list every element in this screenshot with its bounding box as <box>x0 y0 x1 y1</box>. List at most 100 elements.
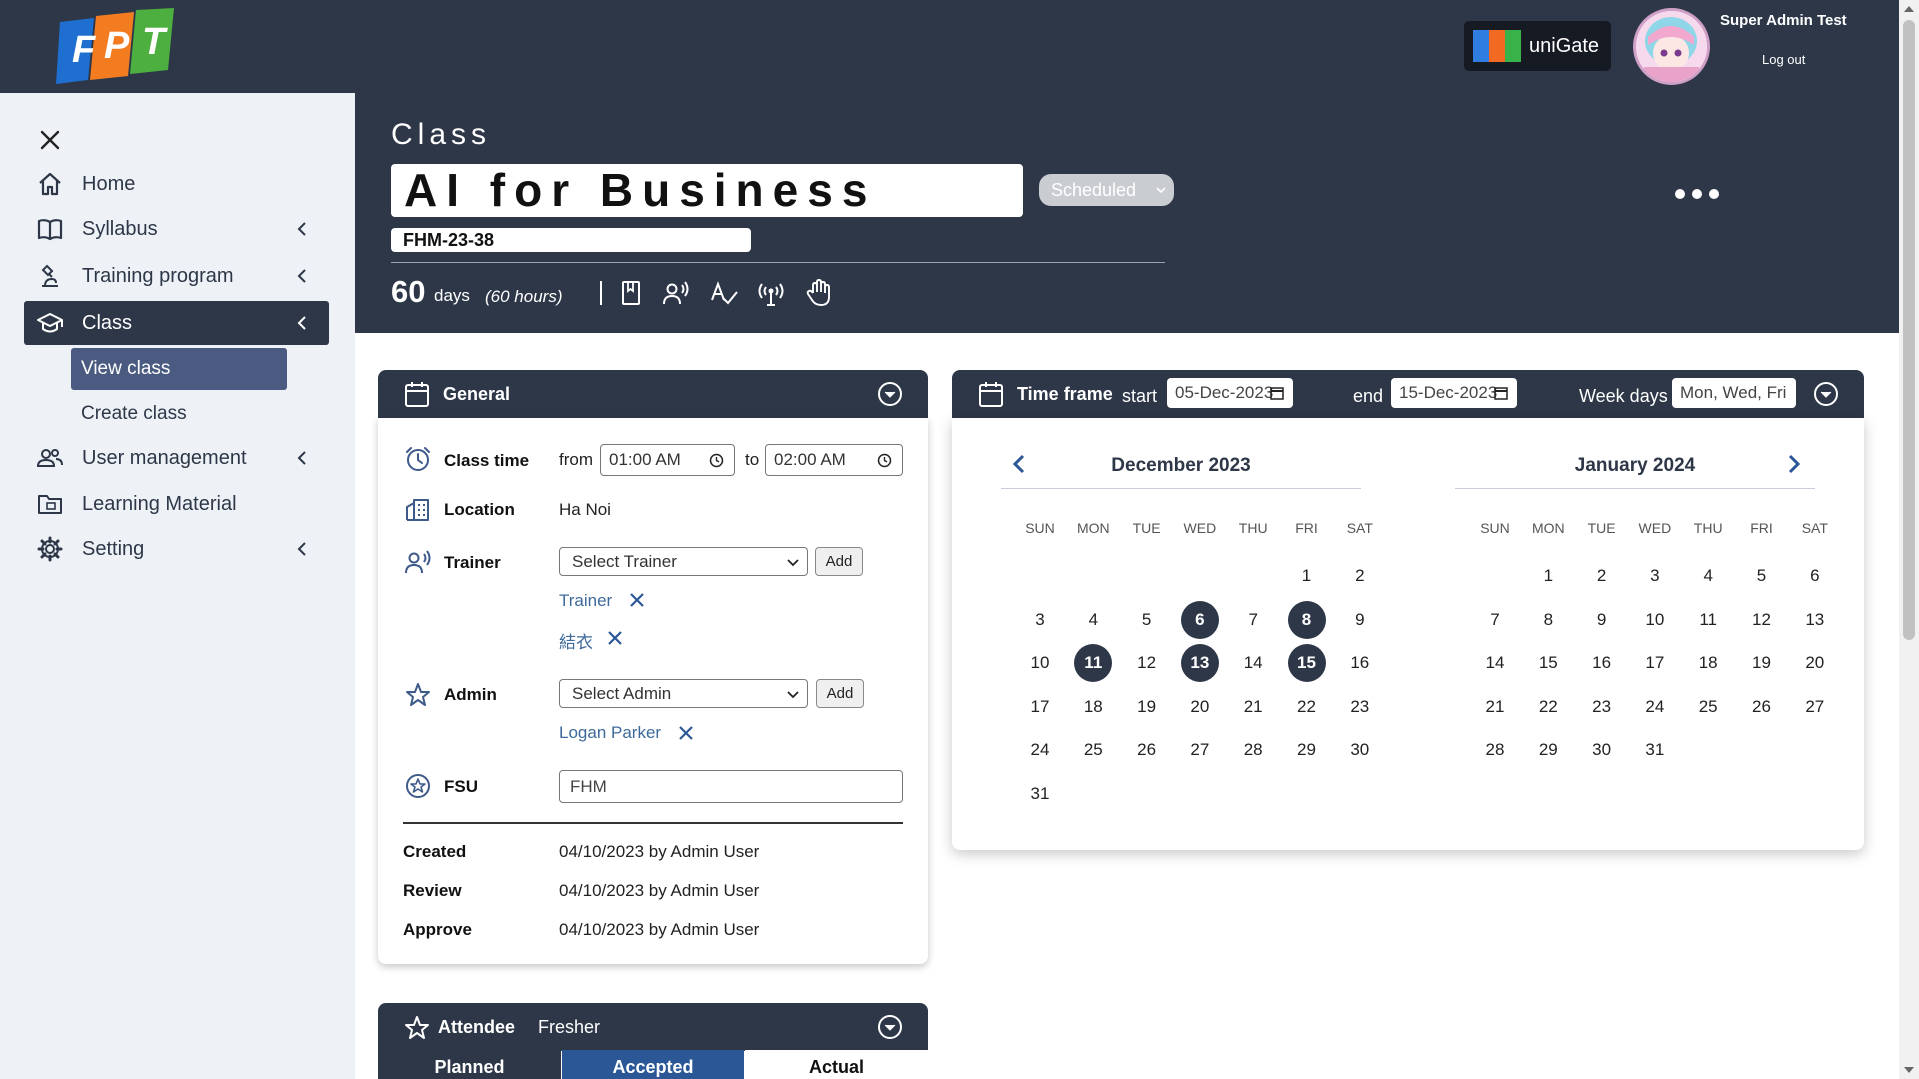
start-date-input[interactable]: 05-Dec-2023 <box>1167 378 1293 408</box>
calendar-day[interactable]: 28 <box>1234 731 1272 769</box>
trainer-select[interactable]: Select Trainer <box>559 547 808 576</box>
calendar-day[interactable]: 20 <box>1181 688 1219 726</box>
calendar-day[interactable]: 19 <box>1743 644 1781 682</box>
status-select[interactable]: Scheduled <box>1039 174 1174 206</box>
collapse-circle-icon[interactable] <box>877 381 903 407</box>
calendar-day[interactable]: 20 <box>1796 644 1834 682</box>
tab-accepted[interactable]: Accepted <box>562 1050 744 1079</box>
calendar-day[interactable]: 16 <box>1583 644 1621 682</box>
remove-trainer-icon[interactable] <box>607 630 623 646</box>
attendee-panel-header[interactable]: Attendee Fresher <box>378 1003 928 1051</box>
calendar-day[interactable]: 23 <box>1341 688 1379 726</box>
more-options-icon[interactable] <box>1674 185 1720 203</box>
calendar-day[interactable]: 27 <box>1181 731 1219 769</box>
calendar-day[interactable]: 17 <box>1636 644 1674 682</box>
close-sidebar-icon[interactable] <box>35 125 65 155</box>
calendar-day[interactable]: 2 <box>1583 557 1621 595</box>
calendar-day[interactable]: 5 <box>1743 557 1781 595</box>
calendar-day[interactable]: 31 <box>1636 731 1674 769</box>
sidebar-item-class[interactable]: Class <box>24 301 329 345</box>
calendar-day[interactable]: 25 <box>1074 731 1112 769</box>
calendar-day[interactable]: 10 <box>1636 601 1674 639</box>
class-name-field[interactable]: AI for Business <box>391 164 1023 217</box>
calendar-day[interactable]: 30 <box>1341 731 1379 769</box>
vertical-scrollbar[interactable] <box>1899 0 1919 1079</box>
sidebar-subitem-create-class[interactable]: Create class <box>71 393 287 435</box>
weekdays-input[interactable]: Mon, Wed, Fri <box>1672 378 1796 408</box>
calendar-day[interactable]: 19 <box>1128 688 1166 726</box>
calendar-day[interactable]: 6 <box>1180 600 1219 639</box>
calendar-day[interactable]: 26 <box>1128 731 1166 769</box>
general-panel-header[interactable]: General <box>378 370 928 418</box>
calendar-day[interactable]: 18 <box>1689 644 1727 682</box>
calendar-day[interactable]: 7 <box>1234 601 1272 639</box>
remove-admin-icon[interactable] <box>678 725 694 741</box>
sidebar-item-user-management[interactable]: User management <box>24 436 329 480</box>
calendar-day[interactable]: 31 <box>1021 775 1059 813</box>
scroll-down-icon[interactable] <box>1904 1067 1914 1073</box>
calendar-day[interactable]: 28 <box>1476 731 1514 769</box>
calendar-day[interactable]: 5 <box>1128 601 1166 639</box>
collapse-circle-icon[interactable] <box>1813 381 1839 407</box>
calendar-day[interactable]: 3 <box>1636 557 1674 595</box>
calendar-day[interactable]: 15 <box>1287 644 1326 682</box>
calendar-day[interactable]: 14 <box>1476 644 1514 682</box>
avatar[interactable] <box>1633 8 1710 85</box>
sidebar-item-setting[interactable]: Setting <box>24 527 329 571</box>
calendar-day[interactable]: 14 <box>1234 644 1272 682</box>
calendar-day[interactable]: 24 <box>1636 688 1674 726</box>
calendar-day[interactable]: 4 <box>1689 557 1727 595</box>
calendar-day[interactable]: 3 <box>1021 601 1059 639</box>
from-time-input[interactable]: 01:00 AM <box>600 444 735 476</box>
fsu-input[interactable]: FHM <box>559 770 903 803</box>
calendar-day[interactable]: 1 <box>1529 557 1567 595</box>
calendar-day[interactable]: 12 <box>1128 644 1166 682</box>
calendar-day[interactable]: 30 <box>1583 731 1621 769</box>
logout-link[interactable]: Log out <box>1762 52 1805 67</box>
calendar-day[interactable]: 8 <box>1529 601 1567 639</box>
fpt-logo[interactable]: F P T <box>52 8 178 85</box>
sidebar-item-syllabus[interactable]: Syllabus <box>24 207 329 251</box>
scroll-up-icon[interactable] <box>1904 6 1914 12</box>
class-code-field[interactable]: FHM-23-38 <box>391 228 751 252</box>
calendar-day[interactable]: 15 <box>1529 644 1567 682</box>
sidebar-item-training-program[interactable]: Training program <box>24 254 329 298</box>
calendar-day[interactable]: 21 <box>1476 688 1514 726</box>
calendar-day[interactable]: 6 <box>1796 557 1834 595</box>
calendar-day[interactable]: 11 <box>1689 601 1727 639</box>
end-date-input[interactable]: 15-Dec-2023 <box>1391 378 1517 408</box>
admin-chip[interactable]: Logan Parker <box>559 723 661 743</box>
calendar-day[interactable]: 26 <box>1743 688 1781 726</box>
calendar-day[interactable]: 2 <box>1341 557 1379 595</box>
calendar-day[interactable]: 17 <box>1021 688 1059 726</box>
calendar-day[interactable]: 29 <box>1288 731 1326 769</box>
calendar-day[interactable]: 24 <box>1021 731 1059 769</box>
calendar-day[interactable]: 18 <box>1074 688 1112 726</box>
calendar-day[interactable]: 7 <box>1476 601 1514 639</box>
calendar-day[interactable]: 13 <box>1180 644 1219 682</box>
calendar-day[interactable]: 9 <box>1583 601 1621 639</box>
calendar-day[interactable]: 21 <box>1234 688 1272 726</box>
to-time-input[interactable]: 02:00 AM <box>765 444 903 476</box>
calendar-day[interactable]: 16 <box>1341 644 1379 682</box>
calendar-day[interactable]: 9 <box>1341 601 1379 639</box>
tab-actual[interactable]: Actual <box>745 1050 928 1079</box>
sidebar-item-learning-material[interactable]: Learning Material <box>24 482 329 526</box>
trainer-chip[interactable]: Trainer <box>559 591 612 611</box>
remove-trainer-icon[interactable] <box>629 592 645 608</box>
trainer-chip[interactable]: 結衣 <box>559 628 593 653</box>
calendar-day[interactable]: 25 <box>1689 688 1727 726</box>
calendar-day[interactable]: 29 <box>1529 731 1567 769</box>
sidebar-subitem-view-class[interactable]: View class <box>71 348 287 390</box>
scrollbar-thumb[interactable] <box>1903 20 1915 640</box>
collapse-circle-icon[interactable] <box>877 1014 903 1040</box>
admin-select[interactable]: Select Admin <box>559 679 808 708</box>
calendar-day[interactable]: 23 <box>1583 688 1621 726</box>
calendar-day[interactable]: 13 <box>1796 601 1834 639</box>
calendar-day[interactable]: 27 <box>1796 688 1834 726</box>
sidebar-item-home[interactable]: Home <box>24 162 329 206</box>
calendar-day[interactable]: 1 <box>1288 557 1326 595</box>
add-admin-button[interactable]: Add <box>816 679 864 708</box>
add-trainer-button[interactable]: Add <box>815 547 863 576</box>
calendar-day[interactable]: 22 <box>1529 688 1567 726</box>
